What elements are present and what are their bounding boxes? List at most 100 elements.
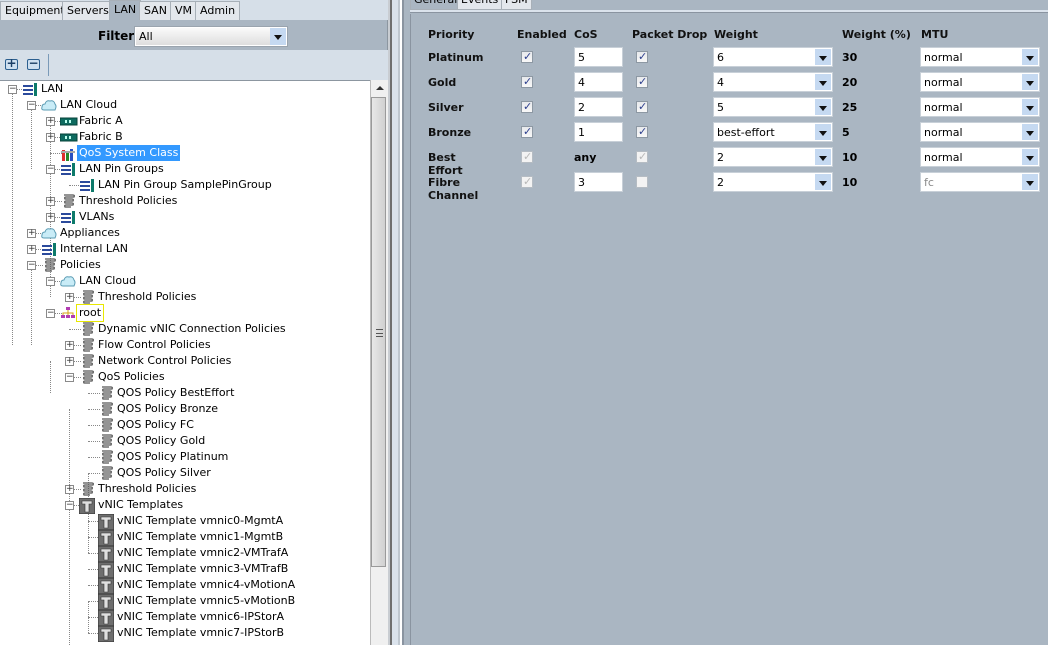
enabled-checkbox[interactable] [521, 100, 533, 113]
tab-fsm[interactable]: FSM [501, 0, 532, 10]
tree-node[interactable]: − LAN Cloud [0, 97, 370, 113]
weight-dropdown[interactable]: best-effort [713, 122, 833, 142]
tree-node-label[interactable]: Dynamic vNIC Connection Policies [96, 321, 288, 337]
expand-icon[interactable]: + [27, 229, 36, 238]
cos-input[interactable]: 3 [574, 172, 623, 192]
tree-node[interactable]: + Fabric A [0, 113, 370, 129]
tree-node[interactable]: vNIC Template vmnic0-MgmtA [0, 513, 370, 531]
tree-node[interactable]: Dynamic vNIC Connection Policies [0, 321, 370, 337]
collapse-icon[interactable]: − [46, 165, 55, 174]
enabled-checkbox[interactable] [521, 75, 533, 88]
tree-node-label[interactable]: Threshold Policies [77, 193, 179, 209]
tree-node-label[interactable]: QOS Policy Silver [115, 465, 213, 481]
chevron-down-icon[interactable] [270, 28, 286, 45]
tree-node-label[interactable]: root [75, 304, 105, 322]
tree-node-label[interactable]: LAN Pin Group SamplePinGroup [96, 177, 274, 193]
tree-node[interactable]: − Policies [0, 257, 370, 273]
cos-input[interactable]: 1 [574, 122, 623, 142]
tree-node[interactable]: − LAN Pin Groups [0, 161, 370, 177]
tree-node[interactable]: QOS Policy BestEffort [0, 385, 370, 401]
tab-events[interactable]: Events [457, 0, 503, 10]
weight-dropdown[interactable]: 2 [713, 147, 833, 167]
tree-node[interactable]: − LAN [0, 81, 370, 97]
expand-icon[interactable]: + [46, 197, 55, 206]
tree-node[interactable]: + Threshold Policies [0, 289, 370, 305]
tree-node[interactable]: + Fabric B [0, 129, 370, 145]
chevron-down-icon[interactable] [1022, 49, 1038, 65]
tree-node[interactable]: − vNIC Templates [0, 497, 370, 515]
tree-node[interactable]: − QoS Policies [0, 369, 370, 385]
scroll-thumb[interactable] [371, 97, 386, 567]
tree-node[interactable]: + Threshold Policies [0, 481, 370, 497]
mtu-dropdown[interactable]: normal [920, 97, 1040, 117]
tab-vm[interactable]: VM [170, 1, 198, 20]
tree-node[interactable]: vNIC Template vmnic4-vMotionA [0, 577, 370, 595]
tree-node[interactable]: QOS Policy Gold [0, 433, 370, 449]
packet-drop-checkbox[interactable] [636, 100, 648, 113]
tree-node-label[interactable]: Network Control Policies [96, 353, 233, 369]
packet-drop-checkbox[interactable] [636, 75, 648, 88]
mtu-dropdown[interactable]: fc [920, 172, 1040, 192]
tree-node-label[interactable]: QoS Policies [96, 369, 167, 385]
tree-node[interactable]: + Internal LAN [0, 241, 370, 257]
tree-node[interactable]: − root [0, 304, 370, 322]
chevron-down-icon[interactable] [815, 149, 831, 165]
tree-node[interactable]: + VLANs [0, 209, 370, 225]
tree-node-label[interactable]: vNIC Template vmnic1-MgmtB [115, 529, 285, 545]
expand-icon[interactable]: + [46, 133, 55, 142]
tree-node-label[interactable]: Fabric A [77, 113, 125, 129]
chevron-down-icon[interactable] [1022, 174, 1038, 190]
tree-node[interactable]: + Network Control Policies [0, 353, 370, 369]
tree-node-label[interactable]: vNIC Template vmnic7-IPStorB [115, 625, 286, 641]
cos-input[interactable]: 5 [574, 47, 623, 67]
weight-dropdown[interactable]: 6 [713, 47, 833, 67]
tree-node-label[interactable]: Threshold Policies [96, 289, 198, 305]
tree-node[interactable]: vNIC Template vmnic3-VMTrafB [0, 561, 370, 579]
expand-icon[interactable]: + [65, 357, 74, 366]
mtu-dropdown[interactable]: normal [920, 72, 1040, 92]
tree-node[interactable]: vNIC Template vmnic1-MgmtB [0, 529, 370, 547]
tab-admin[interactable]: Admin [195, 1, 241, 20]
tree-node-label[interactable]: vNIC Template vmnic3-VMTrafB [115, 561, 290, 577]
expand-all-button[interactable]: + [5, 56, 18, 70]
expand-icon[interactable]: + [65, 485, 74, 494]
weight-dropdown[interactable]: 4 [713, 72, 833, 92]
tree-node[interactable]: + Appliances [0, 225, 370, 241]
tree-node-label[interactable]: vNIC Template vmnic5-vMotionB [115, 593, 297, 609]
packet-drop-checkbox[interactable] [636, 50, 648, 63]
pane-splitter[interactable] [388, 0, 410, 645]
tree-node[interactable]: + Threshold Policies [0, 193, 370, 209]
filter-dropdown[interactable]: All [134, 26, 288, 47]
enabled-checkbox[interactable] [521, 125, 533, 138]
tree-node-label[interactable]: Internal LAN [58, 241, 130, 257]
chevron-down-icon[interactable] [815, 99, 831, 115]
tree-node-label[interactable]: Fabric B [77, 129, 125, 145]
tree-node[interactable]: vNIC Template vmnic5-vMotionB [0, 593, 370, 611]
tree-node[interactable]: + Flow Control Policies [0, 337, 370, 353]
tree-node[interactable]: vNIC Template vmnic2-VMTrafA [0, 545, 370, 563]
chevron-down-icon[interactable] [1022, 124, 1038, 140]
enabled-checkbox[interactable] [521, 50, 533, 63]
chevron-down-icon[interactable] [1022, 99, 1038, 115]
tab-lan[interactable]: LAN [109, 0, 142, 20]
collapse-icon[interactable]: − [46, 309, 55, 318]
expand-icon[interactable]: + [46, 117, 55, 126]
mtu-dropdown[interactable]: normal [920, 147, 1040, 167]
tree-node-label[interactable]: QOS Policy Platinum [115, 449, 230, 465]
tree-node-label[interactable]: vNIC Templates [96, 497, 185, 513]
tree-node[interactable]: QoS System Class [0, 145, 370, 161]
scroll-up-arrow-icon[interactable] [371, 80, 388, 96]
tree-node-label[interactable]: Threshold Policies [96, 481, 198, 497]
tab-servers[interactable]: Servers [62, 1, 114, 20]
tree-node-label[interactable]: QOS Policy FC [115, 417, 196, 433]
tree-node-label[interactable]: vNIC Template vmnic0-MgmtA [115, 513, 285, 529]
tree-scrollbar[interactable] [370, 80, 388, 645]
collapse-icon[interactable]: − [27, 261, 36, 270]
tree-node-label[interactable]: LAN [39, 81, 65, 97]
tree-node-label[interactable]: vNIC Template vmnic2-VMTrafA [115, 545, 290, 561]
tree-node-label[interactable]: vNIC Template vmnic6-IPStorA [115, 609, 286, 625]
tab-general[interactable]: General [410, 0, 462, 10]
cos-input[interactable]: 4 [574, 72, 623, 92]
tree-node-label[interactable]: Flow Control Policies [96, 337, 213, 353]
tree-node-label[interactable]: QOS Policy BestEffort [115, 385, 236, 401]
